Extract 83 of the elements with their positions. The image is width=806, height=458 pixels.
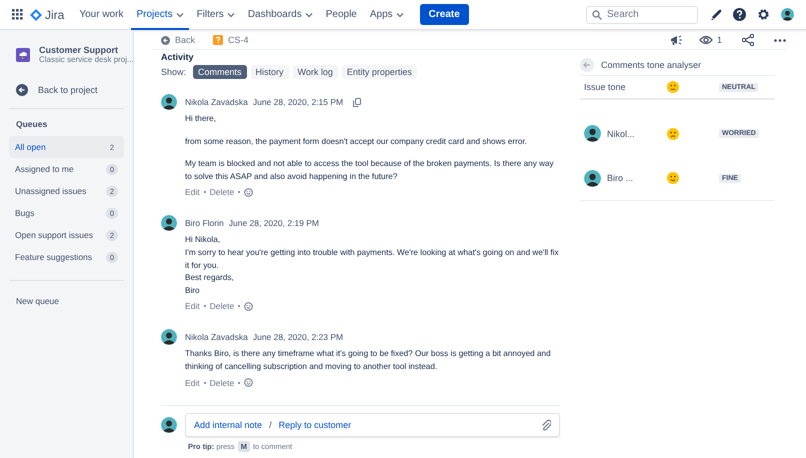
product-name: Jira	[45, 8, 64, 22]
filter-button[interactable]: Comments	[193, 65, 247, 79]
reply-to-customer-link[interactable]: Reply to customer	[278, 420, 352, 430]
comment-action-link[interactable]: Edit	[185, 301, 200, 312]
comment-text: Biro	[185, 284, 201, 297]
emoji-reaction-icon[interactable]	[244, 302, 254, 311]
comment-text: I'm sorry to hear you're getting into trouble with payments. We're looking at what's going on and we'll fix it for you.	[185, 246, 560, 272]
comment-text: Hi there,	[185, 113, 217, 125]
more-icon[interactable]	[774, 38, 786, 42]
nav-menu-item[interactable]: People	[320, 0, 362, 30]
queue-label: Bugs	[15, 208, 34, 218]
eye-icon	[698, 35, 713, 45]
comment-action-link[interactable]: Edit	[185, 187, 200, 198]
back-arrow-icon	[161, 36, 170, 44]
comment-author: Nikola Zavadska	[185, 332, 248, 342]
back-to-project-link[interactable]: Back to project	[16, 84, 124, 96]
queue-label: Open support issues	[15, 230, 93, 240]
search-icon	[592, 10, 602, 20]
comment-text: My team is blocked and not able to access the tool because of the broken payments. Is there any way to solve this ASAP and also avoid happening in the future?	[185, 158, 555, 183]
comment-text: Thanks Biro, is there any timeframe what it's going to be fixed? Our boss is getting a bit annoyed and thinking of cancelling subscription and moving to another tool instead.	[185, 348, 552, 373]
person-name: Nikol...	[607, 128, 635, 138]
comment-action-link[interactable]: Delete	[210, 378, 234, 388]
filter-button[interactable]: History	[250, 65, 289, 79]
comment-date: June 28, 2020, 2:15 PM	[252, 97, 344, 107]
emoji-reaction-icon[interactable]	[244, 188, 254, 197]
profile-avatar[interactable]	[781, 8, 794, 21]
back-arrow-icon	[16, 84, 28, 96]
queue-label: Assigned to me	[15, 164, 74, 174]
help-icon[interactable]	[733, 8, 746, 21]
new-queue-link[interactable]: New queue	[9, 291, 124, 311]
queue-label: Unassigned issues	[15, 186, 86, 196]
queue-label: Feature suggestions	[15, 252, 92, 262]
comment-field[interactable]: Add internal note / Reply to customer	[185, 413, 560, 437]
add-internal-note-link[interactable]: Add internal note	[194, 420, 262, 430]
comment-action-link[interactable]: Edit	[185, 378, 200, 388]
avatar	[161, 417, 177, 433]
share-icon[interactable]	[742, 34, 754, 46]
project-name: Customer Support	[39, 45, 120, 55]
nav-menu-item[interactable]: Dashboards	[242, 0, 318, 30]
project-type: Classic service desk proj...	[39, 55, 134, 64]
comment-action-link[interactable]: Delete	[210, 301, 234, 312]
question-issue-icon	[213, 35, 224, 45]
nav-menu-item[interactable]: Apps	[364, 0, 409, 30]
nav-menu-item[interactable]: Projects	[131, 0, 189, 30]
face-emoji-icon	[667, 172, 679, 184]
megaphone-icon[interactable]	[670, 34, 683, 46]
jira-logo-icon	[30, 8, 42, 20]
filter-button[interactable]: Entity properties	[342, 65, 417, 79]
avatar	[161, 94, 177, 110]
comment-date: June 28, 2020, 2:19 PM	[228, 218, 319, 228]
avatar	[161, 329, 177, 346]
search-field[interactable]: Search	[586, 6, 698, 24]
activity-heading: Activity	[161, 52, 195, 62]
filter-button[interactable]: Work log	[292, 65, 338, 79]
project-icon	[16, 48, 30, 62]
comment-text: Hi Nikola,	[185, 234, 222, 246]
emoji-reaction-icon[interactable]	[244, 378, 254, 388]
comment-author: Biro Florin	[185, 218, 224, 228]
person-name: Biro ...	[607, 173, 634, 183]
copy-icon[interactable]	[353, 98, 362, 106]
back-link[interactable]: Back	[161, 35, 196, 45]
queues-heading: Queues	[15, 119, 48, 129]
issue-tone-label: Issue tone	[584, 82, 626, 92]
panel-title: Comments tone analyser	[601, 60, 702, 70]
app-switcher-icon[interactable]	[12, 9, 23, 20]
nav-menu-item[interactable]: Your work	[74, 0, 128, 30]
issue-key-link[interactable]: CS-4	[213, 35, 249, 45]
face-emoji-icon	[667, 81, 679, 93]
comment-author: Nikola Zavadska	[185, 97, 248, 107]
comment-text: Best regards,	[185, 272, 235, 284]
face-emoji-icon	[667, 128, 679, 140]
comment-date: June 28, 2020, 2:23 PM	[252, 332, 344, 342]
separator-text: /	[269, 420, 272, 430]
nav-menu-item[interactable]: Filters	[192, 0, 240, 30]
comment-text: from some reason, the payment form doesn't accept our company credit card and shows error.	[185, 136, 528, 148]
queue-label: All open	[15, 142, 46, 152]
comment-action-link[interactable]: Delete	[210, 187, 234, 198]
settings-icon[interactable]	[757, 8, 770, 21]
create-button[interactable]: Create	[420, 4, 469, 25]
avatar	[161, 215, 177, 232]
show-label: Show:	[161, 67, 186, 77]
paperclip-icon[interactable]	[541, 419, 551, 431]
watchers-button[interactable]: 1	[698, 35, 722, 45]
